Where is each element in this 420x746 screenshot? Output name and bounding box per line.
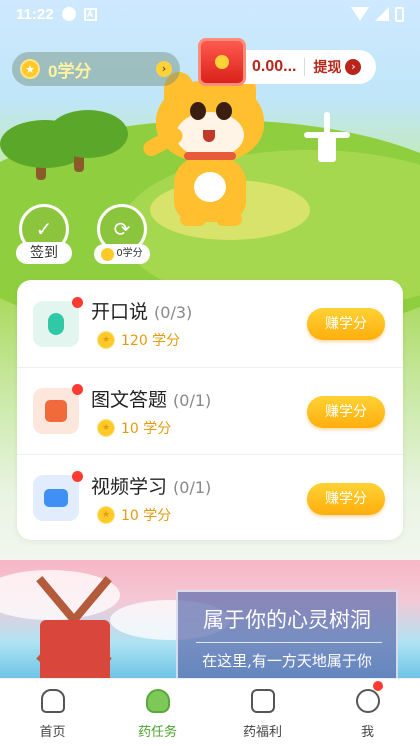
task-reward: 120 学分 <box>121 333 181 349</box>
tree <box>48 110 128 158</box>
coin-icon: ★ <box>97 505 115 524</box>
home-icon <box>40 689 65 713</box>
task-reward: 10 学分 <box>121 507 172 524</box>
points-pill[interactable]: ★ 0学分 › <box>12 52 180 86</box>
task-item[interactable]: 图文答题 (0/1) ★ 10 学分 赚学分 <box>17 367 403 454</box>
signal-icon <box>375 7 389 21</box>
task-title: 视频学习 <box>91 475 168 498</box>
banner-headline: 属于你的心灵树洞 <box>203 608 371 632</box>
windmill-icon <box>304 112 350 162</box>
unread-dot <box>72 384 83 395</box>
earn-credits-button[interactable]: 赚学分 <box>307 308 385 340</box>
quiz-icon <box>33 384 83 434</box>
points-value: 0学分 <box>48 61 92 81</box>
task-title: 图文答题 <box>91 388 168 411</box>
divider <box>304 58 306 76</box>
coin-icon <box>101 247 115 261</box>
earn-credits-button[interactable]: 赚学分 <box>307 483 385 515</box>
task-progress: (0/3) <box>154 303 193 322</box>
nav-home[interactable]: 首页 <box>0 679 105 746</box>
coin-icon: ★ <box>97 418 115 437</box>
checkin-button[interactable]: ✓ 签到 <box>16 204 72 264</box>
task-item[interactable]: 视频学习 (0/1) ★ 10 学分 赚学分 <box>17 454 403 541</box>
task-list: 开口说 (0/3) ★ 120 学分 赚学分 图文答题 (0/1) ★ 10 学分 赚学… <box>17 280 403 540</box>
chevron-right-icon: › <box>156 61 172 77</box>
chevron-right-icon: › <box>345 59 362 75</box>
banner-subline: 在这里,有一方天地属于你 <box>202 652 372 670</box>
exchange-button[interactable]: ⟳ 0学分 <box>94 204 150 264</box>
status-time: 11:22 <box>16 5 54 23</box>
banner-textboard: 属于你的心灵树洞 在这里,有一方天地属于你 <box>176 590 398 678</box>
dnd-icon <box>61 7 76 21</box>
welfare-icon <box>250 689 275 713</box>
unread-dot <box>72 296 83 308</box>
nav-label: 首页 <box>39 725 66 740</box>
task-progress: (0/1) <box>173 477 212 497</box>
coin-icon: ★ <box>20 59 40 79</box>
battery-icon <box>395 6 404 22</box>
nav-profile[interactable]: 我 <box>315 679 420 746</box>
wifi-icon <box>351 7 369 21</box>
checkin-label: 签到 <box>16 242 72 264</box>
tasks-icon <box>145 689 170 713</box>
windmill-house <box>40 620 110 678</box>
coin-icon: ★ <box>97 331 115 349</box>
nav-label: 药福利 <box>242 725 282 740</box>
nav-label: 我 <box>360 725 374 740</box>
task-reward: 10 学分 <box>121 420 172 437</box>
unread-dot <box>72 471 83 482</box>
notification-badge <box>373 681 383 691</box>
nav-label: 药任务 <box>137 725 177 740</box>
task-progress: (0/1) <box>173 390 212 410</box>
task-title: 开口说 <box>91 301 149 323</box>
microphone-icon <box>33 296 83 347</box>
cash-amount: 0.00... <box>252 58 297 75</box>
mascot-dog[interactable] <box>140 72 270 232</box>
nav-welfare[interactable]: 药福利 <box>210 679 315 746</box>
notification-a-icon: A <box>83 7 97 21</box>
earn-credits-button[interactable]: 赚学分 <box>307 396 385 428</box>
nav-tasks[interactable]: 药任务 <box>105 679 210 746</box>
promo-banner[interactable]: 属于你的心灵树洞 在这里,有一方天地属于你 <box>0 560 420 678</box>
red-envelope-icon[interactable] <box>198 38 246 86</box>
profile-icon <box>355 689 380 713</box>
bottom-nav: 首页 药任务 药福利 我 <box>0 678 420 746</box>
status-bar: 11:22 A <box>0 0 420 28</box>
task-item[interactable]: 开口说 (0/3) ★ 120 学分 赚学分 <box>17 280 403 367</box>
withdraw-label: 提现 <box>313 60 342 76</box>
exchange-label: 0学分 <box>116 248 143 259</box>
video-icon <box>33 471 83 521</box>
